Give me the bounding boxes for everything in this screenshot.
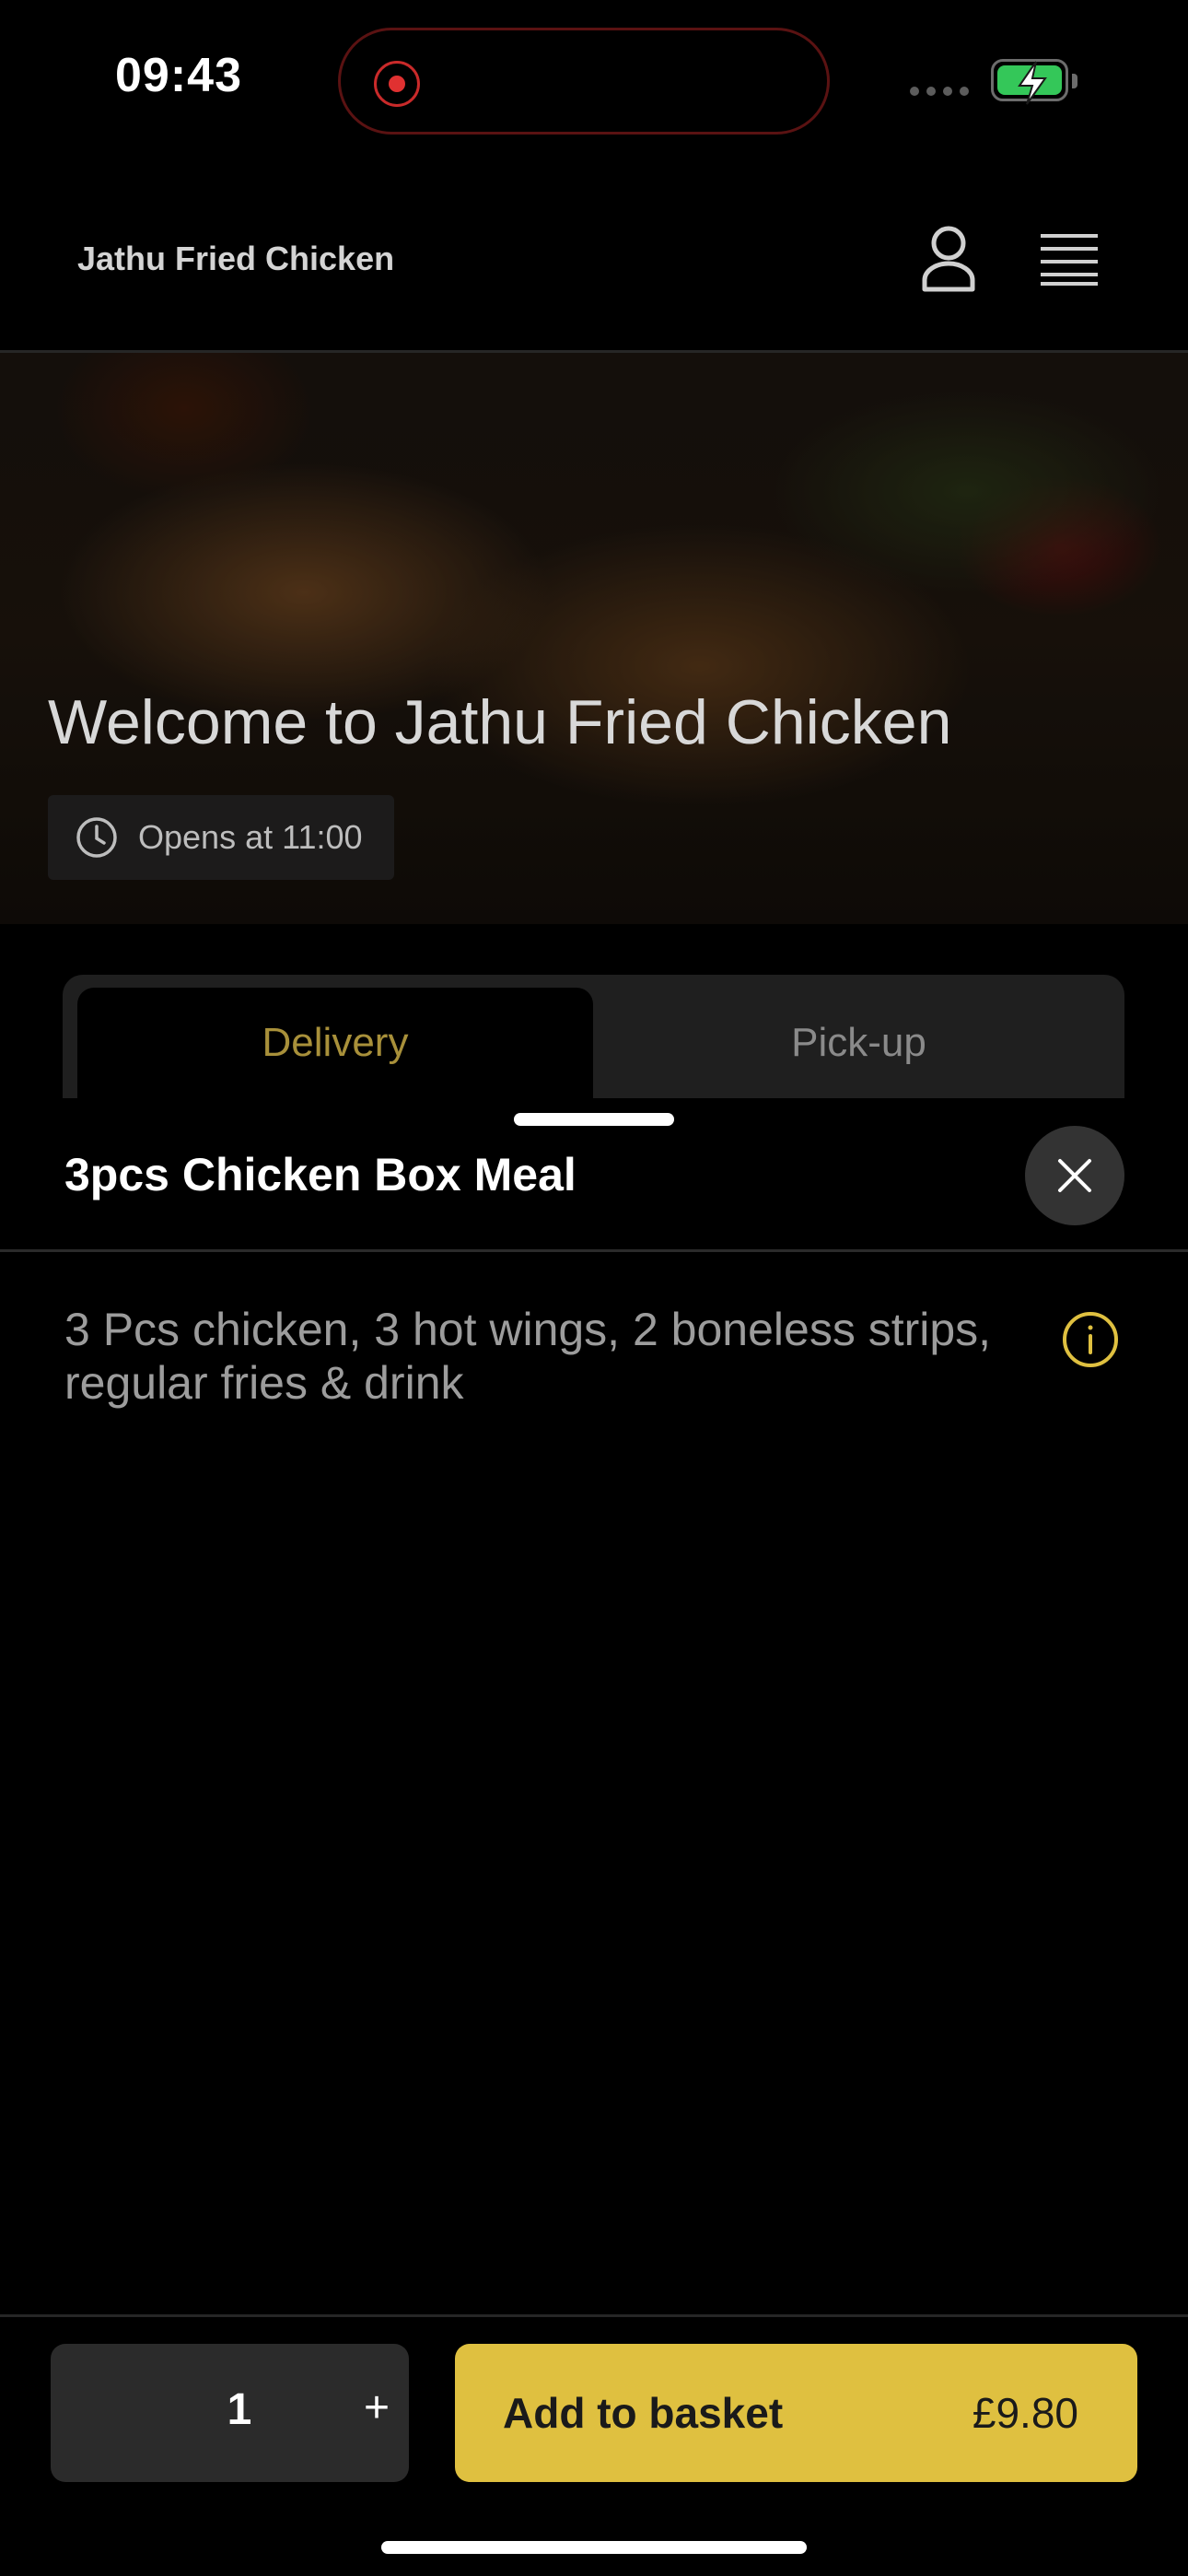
info-button[interactable] [1061, 1310, 1120, 1369]
add-to-basket-button[interactable]: Add to basket £9.80 [455, 2344, 1137, 2482]
item-title: 3pcs Chicken Box Meal [64, 1149, 577, 1200]
brand-name[interactable]: Jathu Fried Chicken [77, 240, 394, 278]
battery-icon [991, 59, 1077, 105]
opening-hours-badge: Opens at 11:00 [48, 795, 394, 880]
item-price: £9.80 [972, 2389, 1078, 2437]
quantity-stepper: 1 + [51, 2344, 409, 2482]
tab-pickup[interactable]: Pick-up [593, 988, 1124, 1098]
hero-title: Welcome to Jathu Fried Chicken [48, 687, 952, 757]
close-button[interactable] [1025, 1126, 1124, 1225]
dynamic-island [338, 28, 830, 135]
info-icon [1063, 1312, 1118, 1367]
add-to-basket-label: Add to basket [503, 2389, 784, 2437]
user-icon [922, 226, 975, 292]
close-icon [1058, 1159, 1091, 1192]
menu-icon [1041, 234, 1098, 286]
account-button[interactable] [912, 221, 985, 295]
order-type-tabs: Delivery Pick-up [63, 975, 1124, 1098]
status-time: 09:43 [115, 49, 242, 102]
tab-delivery[interactable]: Delivery [77, 988, 593, 1098]
menu-button[interactable] [1037, 227, 1111, 291]
home-indicator[interactable] [381, 2541, 807, 2554]
item-description: 3 Pcs chicken, 3 hot wings, 2 boneless s… [64, 1304, 992, 1409]
clock-icon [76, 817, 117, 858]
sheet-grabber[interactable] [514, 1113, 674, 1126]
signal-icon [910, 87, 969, 96]
recording-icon [374, 61, 420, 107]
footer-divider [0, 2314, 1188, 2317]
sheet-divider [0, 1249, 1188, 1252]
opening-hours-text: Opens at 11:00 [138, 818, 363, 856]
item-detail-sheet: 3pcs Chicken Box Meal 3 Pcs chicken, 3 h… [0, 1098, 1188, 2576]
increase-quantity-button[interactable]: + [364, 2383, 410, 2433]
quantity-value: 1 [227, 2385, 252, 2434]
hero-banner: Welcome to Jathu Fried Chicken Opens at … [0, 353, 1188, 924]
